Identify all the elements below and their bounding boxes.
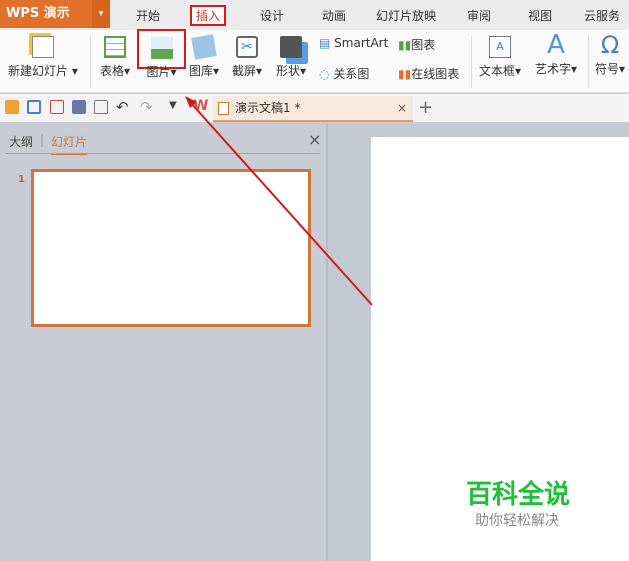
new-slide-button[interactable]: 新建幻灯片 ▾ <box>8 36 78 79</box>
slide-number: 1 <box>18 174 25 185</box>
watermark-title: 百科全说 <box>466 480 571 510</box>
smartart-icon: ▤ <box>319 36 331 50</box>
gallery-icon <box>191 34 217 60</box>
document-icon <box>218 102 229 115</box>
divider <box>471 36 472 88</box>
chevron-down-icon[interactable]: ▾ <box>92 0 110 28</box>
textbox-button[interactable]: A 文本框▾ <box>479 36 521 79</box>
slide-thumbnail[interactable] <box>31 169 311 327</box>
relation-icon: ◌ <box>319 67 330 81</box>
wordart-icon: A <box>547 30 565 60</box>
tab-slideshow[interactable]: 幻灯片放映 <box>376 7 436 24</box>
divider <box>6 153 320 154</box>
redo-icon[interactable]: ↷ <box>140 98 153 116</box>
title-bar: WPS 演示 ▾ 开始 插入 设计 动画 幻灯片放映 审阅 视图 云服务 <box>0 0 629 30</box>
smartart-button[interactable]: ▤ SmartArt <box>319 36 388 50</box>
tab-cloud[interactable]: 云服务 <box>584 7 620 24</box>
app-title: WPS 演示 <box>6 6 70 21</box>
close-panel-icon[interactable]: × <box>308 130 321 149</box>
print-icon[interactable] <box>72 100 86 114</box>
tab-outline[interactable]: 大纲 <box>9 133 33 150</box>
tab-design[interactable]: 设计 <box>260 7 284 24</box>
tab-slides[interactable]: 幻灯片 <box>51 133 88 155</box>
table-button[interactable]: 表格▾ <box>100 36 130 79</box>
wordart-button[interactable]: A 艺术字▾ <box>535 30 577 77</box>
divider: | <box>40 133 45 147</box>
app-menu-button[interactable]: WPS 演示 ▾ <box>0 0 110 28</box>
tab-home[interactable]: 开始 <box>136 7 160 24</box>
online-chart-icon: ▮▮ <box>398 67 412 81</box>
watermark-subtitle: 助你轻松解决 <box>475 513 559 529</box>
undo-icon[interactable]: ↶ <box>116 98 129 116</box>
print-preview-icon[interactable] <box>94 100 108 114</box>
bar-chart-icon: ▮▮ <box>398 38 412 52</box>
tab-insert[interactable]: 插入 <box>190 5 227 26</box>
gallery-button[interactable]: 图库▾ <box>189 34 219 79</box>
tab-review[interactable]: 审阅 <box>467 7 491 24</box>
shapes-icon <box>280 36 303 58</box>
new-tab-button[interactable]: + <box>418 97 433 118</box>
scissors-icon: ✂ <box>236 36 259 58</box>
document-tab[interactable]: 演示文稿1 * × <box>213 96 413 122</box>
divider <box>588 36 589 88</box>
chevron-down-icon[interactable]: ▼ <box>169 100 177 111</box>
tab-view[interactable]: 视图 <box>528 7 552 24</box>
online-chart-button[interactable]: ▮▮在线图表 <box>398 65 459 82</box>
omega-icon: Ω <box>600 31 620 59</box>
symbol-button[interactable]: Ω 符号▾ <box>595 30 625 77</box>
textbox-icon: A <box>489 36 512 58</box>
table-icon <box>104 36 127 58</box>
open-icon[interactable] <box>5 100 19 114</box>
shapes-button[interactable]: 形状▾ <box>276 36 306 79</box>
close-icon[interactable]: × <box>397 96 407 120</box>
new-slide-icon <box>31 36 54 58</box>
save-icon[interactable] <box>27 100 41 114</box>
screenshot-button[interactable]: ✂ 截屏▾ <box>232 36 262 79</box>
export-pdf-icon[interactable] <box>50 100 64 114</box>
picture-button[interactable]: 图片▾ <box>137 29 186 79</box>
picture-icon <box>150 37 173 59</box>
relation-diagram-button[interactable]: ◌ 关系图 <box>319 65 369 82</box>
chart-button[interactable]: ▮▮图表 <box>398 36 435 53</box>
tab-animation[interactable]: 动画 <box>322 7 346 24</box>
divider <box>90 36 91 88</box>
wps-logo-icon: W <box>193 98 209 114</box>
